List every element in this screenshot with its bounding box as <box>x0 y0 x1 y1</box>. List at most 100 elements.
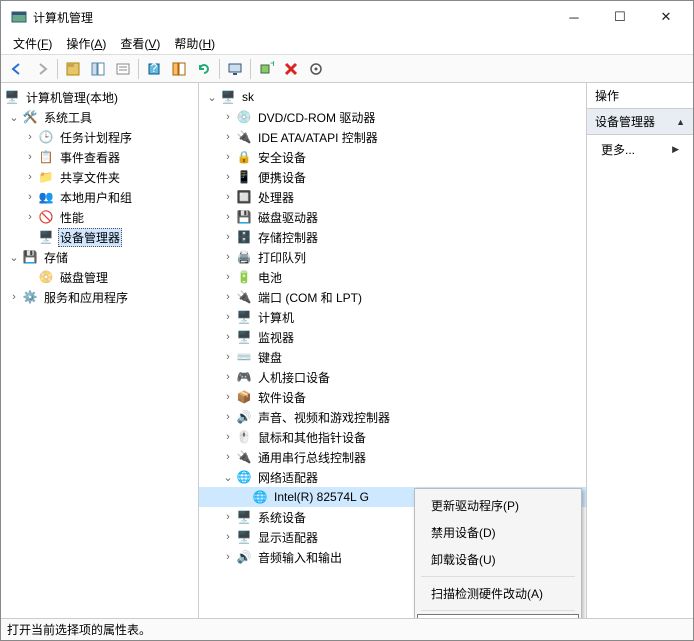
tree-users[interactable]: 本地用户和组 <box>58 188 134 207</box>
chevron-right-icon: ▶ <box>672 144 679 155</box>
actions-subheader[interactable]: 设备管理器▲ <box>587 109 693 135</box>
expand-icon[interactable]: › <box>221 151 235 163</box>
device-icon: 🖥️ <box>38 229 54 245</box>
expand-icon[interactable]: › <box>221 251 235 263</box>
dev-dvd[interactable]: DVD/CD-ROM 驱动器 <box>256 108 377 127</box>
collapse-icon[interactable]: ⌄ <box>221 471 235 484</box>
dev-cpu[interactable]: 处理器 <box>256 188 296 207</box>
show-hide-tree-button[interactable] <box>86 57 110 81</box>
left-tree[interactable]: 🖥️计算机管理(本地) ⌄🛠️系统工具 ›🕒任务计划程序 ›📋事件查看器 ›📁共… <box>1 83 199 618</box>
dev-storagectl[interactable]: 存储控制器 <box>256 228 320 247</box>
dev-network[interactable]: 网络适配器 <box>256 468 320 487</box>
dev-computer[interactable]: 计算机 <box>256 308 296 327</box>
close-button[interactable]: ✕ <box>643 2 689 32</box>
collapse-icon[interactable]: ▲ <box>676 117 685 127</box>
help-button[interactable]: ? <box>142 57 166 81</box>
expand-icon[interactable]: › <box>23 131 37 143</box>
menu-file[interactable]: 文件(F) <box>7 33 58 54</box>
expand-icon[interactable]: › <box>23 211 37 223</box>
dev-usb[interactable]: 通用串行总线控制器 <box>256 448 368 467</box>
dev-mouse[interactable]: 鼠标和其他指针设备 <box>256 428 368 447</box>
expand-icon[interactable]: › <box>221 551 235 563</box>
tree-storage[interactable]: 存储 <box>42 248 70 267</box>
dev-keyboard[interactable]: 键盘 <box>256 348 284 367</box>
ctx-update-driver[interactable]: 更新驱动程序(P) <box>417 492 579 519</box>
dev-audiovideo[interactable]: 声音、视频和游戏控制器 <box>256 408 392 427</box>
ctx-scan-hardware[interactable]: 扫描检测硬件改动(A) <box>417 580 579 607</box>
expand-icon[interactable]: › <box>221 531 235 543</box>
ctx-properties[interactable]: 属性 <box>417 614 579 618</box>
tree-root[interactable]: 计算机管理(本地) <box>24 88 120 107</box>
expand-icon[interactable]: › <box>221 511 235 523</box>
tree-shared[interactable]: 共享文件夹 <box>58 168 122 187</box>
menu-view[interactable]: 查看(V) <box>114 33 166 54</box>
expand-icon[interactable]: › <box>221 231 235 243</box>
expand-icon[interactable]: ⌄ <box>7 111 21 124</box>
dev-monitor[interactable]: 监视器 <box>256 328 296 347</box>
collapse-icon[interactable]: ⌄ <box>205 91 219 104</box>
properties-button[interactable] <box>111 57 135 81</box>
dev-sysdev[interactable]: 系统设备 <box>256 508 308 527</box>
expand-icon[interactable]: › <box>221 331 235 343</box>
expand-icon[interactable]: › <box>221 451 235 463</box>
expand-icon[interactable]: › <box>221 311 235 323</box>
ctx-uninstall-device[interactable]: 卸载设备(U) <box>417 546 579 573</box>
tree-perf[interactable]: 性能 <box>58 208 86 227</box>
add-hardware-button[interactable]: + <box>254 57 278 81</box>
dev-security[interactable]: 安全设备 <box>256 148 308 167</box>
expand-icon[interactable]: › <box>221 211 235 223</box>
expand-icon[interactable]: › <box>221 351 235 363</box>
action-tree-button[interactable] <box>167 57 191 81</box>
expand-icon[interactable]: › <box>221 291 235 303</box>
expand-icon[interactable]: › <box>221 271 235 283</box>
expand-icon[interactable]: › <box>221 391 235 403</box>
dev-printq[interactable]: 打印队列 <box>256 248 308 267</box>
expand-icon[interactable]: › <box>221 131 235 143</box>
forward-button[interactable] <box>30 57 54 81</box>
dev-ports[interactable]: 端口 (COM 和 LPT) <box>256 288 364 307</box>
users-icon: 👥 <box>38 189 54 205</box>
expand-icon[interactable]: › <box>23 171 37 183</box>
dev-hid[interactable]: 人机接口设备 <box>256 368 332 387</box>
expand-icon[interactable]: › <box>7 291 21 303</box>
expand-icon[interactable]: › <box>221 411 235 423</box>
software-icon: 📦 <box>236 389 252 405</box>
tree-event[interactable]: 事件查看器 <box>58 148 122 167</box>
expand-icon[interactable]: › <box>221 111 235 123</box>
tree-diskmgmt[interactable]: 磁盘管理 <box>58 268 110 287</box>
expand-icon[interactable]: › <box>221 171 235 183</box>
refresh-button[interactable] <box>192 57 216 81</box>
dev-diskdrive[interactable]: 磁盘驱动器 <box>256 208 320 227</box>
dev-softdev[interactable]: 软件设备 <box>256 388 308 407</box>
disk-icon: 📀 <box>38 269 54 285</box>
expand-icon[interactable]: ⌄ <box>7 251 21 264</box>
expand-icon[interactable]: › <box>221 191 235 203</box>
dev-nic[interactable]: Intel(R) 82574L G <box>272 489 371 505</box>
minimize-button[interactable]: ─ <box>551 2 597 32</box>
device-tree[interactable]: ⌄🖥️sk ›💿DVD/CD-ROM 驱动器 ›🔌IDE ATA/ATAPI 控… <box>199 83 587 618</box>
ctx-disable-device[interactable]: 禁用设备(D) <box>417 519 579 546</box>
dev-display[interactable]: 显示适配器 <box>256 528 320 547</box>
expand-icon[interactable]: › <box>221 371 235 383</box>
dev-battery[interactable]: 电池 <box>256 268 284 287</box>
dev-root[interactable]: sk <box>240 89 256 105</box>
dev-ide[interactable]: IDE ATA/ATAPI 控制器 <box>256 128 380 147</box>
dev-audioio[interactable]: 音频输入和输出 <box>256 548 344 567</box>
menu-help[interactable]: 帮助(H) <box>168 33 221 54</box>
monitor-icon[interactable] <box>223 57 247 81</box>
tree-services[interactable]: 服务和应用程序 <box>42 288 130 307</box>
expand-icon[interactable]: › <box>23 191 37 203</box>
remove-button[interactable] <box>279 57 303 81</box>
tree-systools[interactable]: 系统工具 <box>42 108 94 127</box>
expand-icon[interactable]: › <box>23 151 37 163</box>
scan-button[interactable] <box>304 57 328 81</box>
up-button[interactable] <box>61 57 85 81</box>
dev-portable[interactable]: 便携设备 <box>256 168 308 187</box>
back-button[interactable] <box>5 57 29 81</box>
tree-devmgr[interactable]: 设备管理器 <box>58 228 122 247</box>
expand-icon[interactable]: › <box>221 431 235 443</box>
actions-more[interactable]: 更多...▶ <box>587 135 693 164</box>
menu-action[interactable]: 操作(A) <box>60 33 112 54</box>
maximize-button[interactable]: ☐ <box>597 2 643 32</box>
tree-task[interactable]: 任务计划程序 <box>58 128 134 147</box>
